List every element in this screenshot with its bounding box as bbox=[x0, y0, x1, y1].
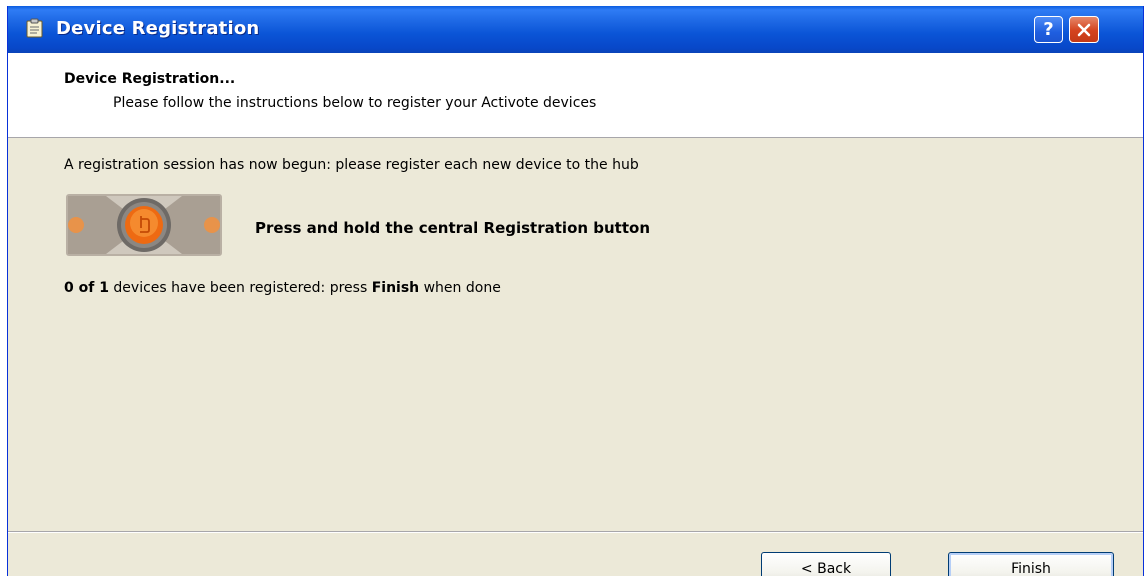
registered-count: 0 of 1 bbox=[64, 280, 109, 296]
back-button[interactable]: < Back bbox=[761, 552, 891, 576]
wizard-header: Device Registration... Please follow the… bbox=[8, 53, 1143, 138]
footer-divider bbox=[8, 531, 1143, 533]
registration-button-icon bbox=[66, 194, 222, 256]
clipboard-icon bbox=[26, 18, 43, 38]
finish-button[interactable]: Finish bbox=[948, 552, 1114, 576]
press-instruction: Press and hold the central Registration … bbox=[255, 219, 651, 237]
registration-status: 0 of 1 devices have been registered: pre… bbox=[64, 280, 501, 296]
close-icon bbox=[1077, 23, 1091, 36]
session-text: A registration session has now begun: pl… bbox=[64, 157, 639, 173]
header-title: Device Registration... bbox=[64, 71, 236, 87]
window-title: Device Registration bbox=[56, 18, 260, 39]
status-text-end: when done bbox=[419, 280, 501, 296]
device-registration-window: Device Registration ? Device Registratio… bbox=[7, 6, 1144, 576]
close-button[interactable] bbox=[1069, 16, 1099, 43]
title-bar[interactable]: Device Registration ? bbox=[8, 6, 1143, 53]
header-subtitle: Please follow the instructions below to … bbox=[113, 95, 597, 111]
help-button[interactable]: ? bbox=[1034, 16, 1063, 43]
finish-hint: Finish bbox=[371, 280, 420, 296]
help-icon: ? bbox=[1043, 19, 1054, 40]
status-text-mid: devices have been registered: press bbox=[108, 280, 372, 296]
